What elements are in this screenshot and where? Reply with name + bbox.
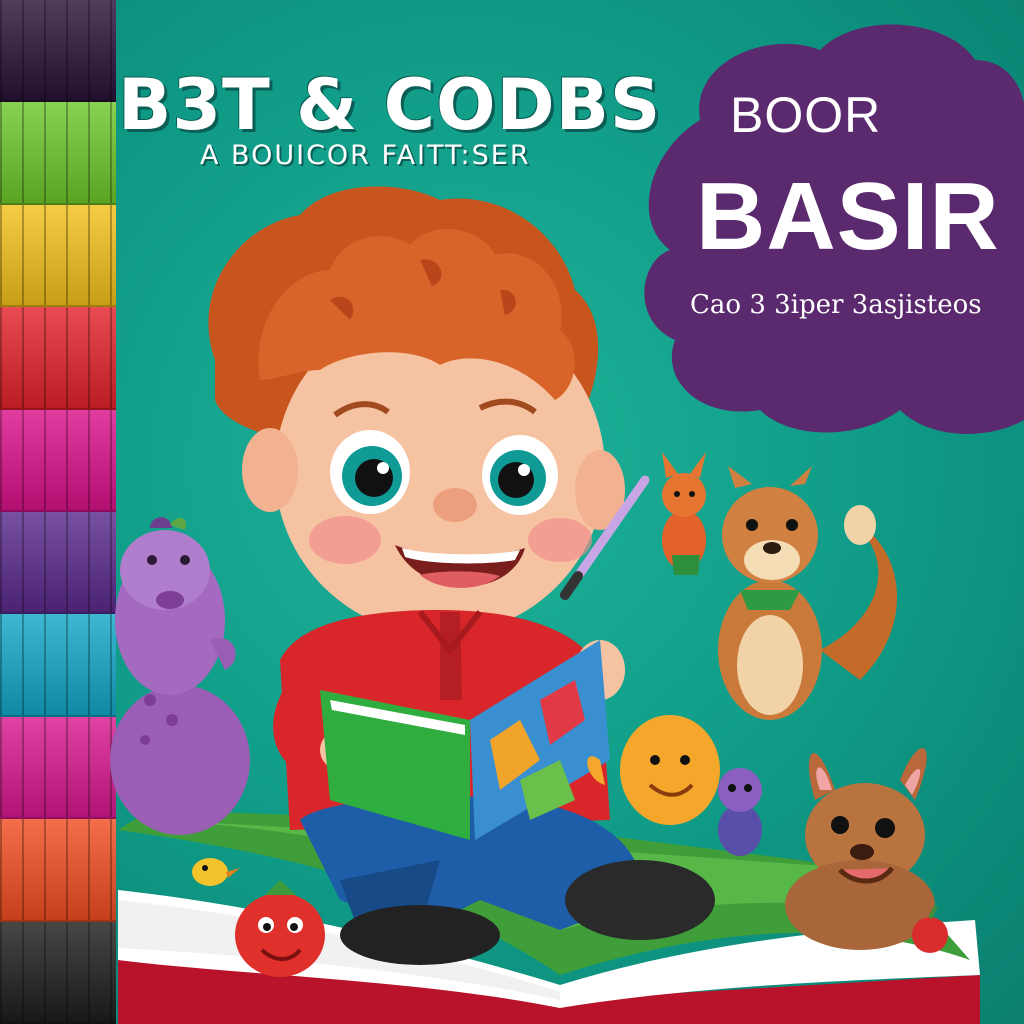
badge-tagline: Cao 3 3iper 3asjisteos (690, 290, 982, 320)
cover-subtitle: A BOUICOR FAITT:SER (200, 140, 531, 171)
squirrel-character (718, 466, 898, 720)
bunny-character (785, 747, 935, 950)
badge-line-2: BASIR (696, 163, 1000, 270)
purple-dinosaur (110, 517, 250, 835)
book-cover: B3T & CODBS A BOUICOR FAITT:SER BOOR BAS… (0, 0, 1024, 1024)
tomato-character (235, 880, 325, 977)
bird-character (192, 858, 240, 886)
cover-title: B3T & CODBS (118, 64, 662, 146)
badge-line-1: BOOR (730, 87, 882, 143)
purple-creature (718, 768, 762, 856)
fox-character (662, 452, 706, 575)
